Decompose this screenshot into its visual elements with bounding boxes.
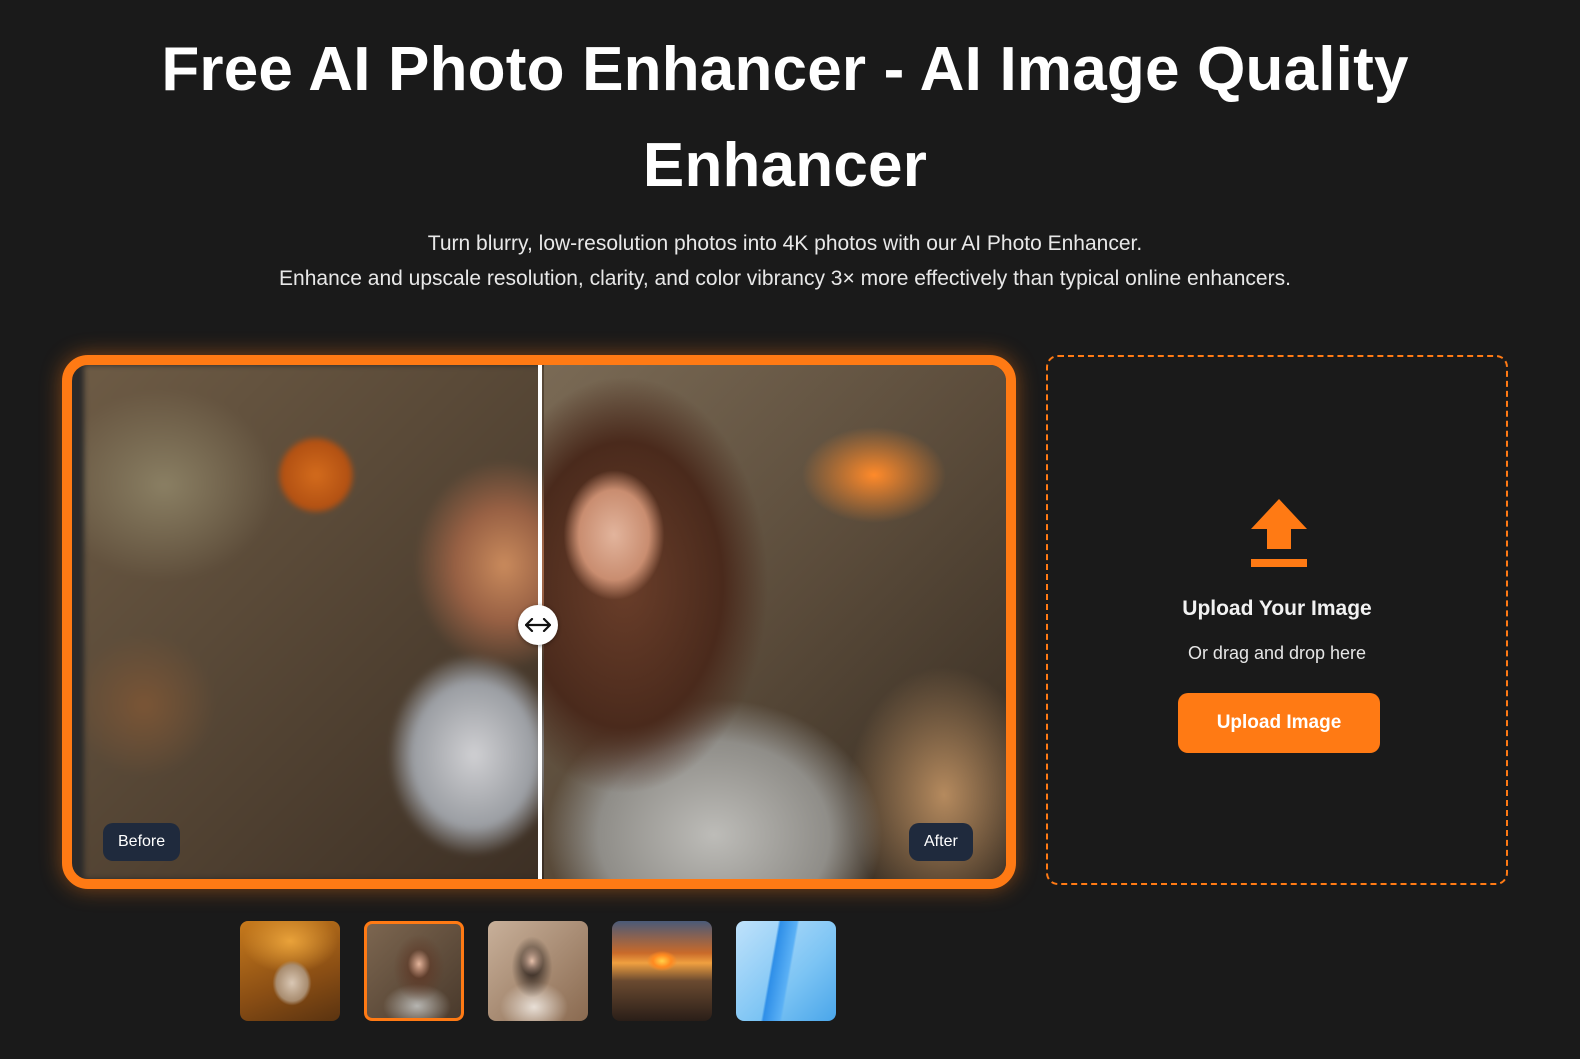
before-after-comparison[interactable]: Before After (62, 355, 1016, 889)
sample-thumbnail-sunset[interactable] (612, 921, 712, 1021)
upload-image-button[interactable]: Upload Image (1178, 693, 1380, 753)
upload-arrow-icon (1251, 499, 1307, 567)
drag-drop-hint: Or drag and drop here (1187, 643, 1367, 663)
comparison-slider-handle[interactable] (518, 605, 558, 645)
upload-dropzone[interactable]: Upload Your Image Or drag and drop here … (1046, 355, 1508, 885)
sample-thumbnail-rabbit[interactable] (240, 921, 340, 1021)
sample-thumbnail-woman-portrait[interactable] (488, 921, 588, 1021)
subtitle-line-1: Turn blurry, low-resolution photos into … (427, 232, 1143, 255)
page: Free AI Photo Enhancer - AI Image Qualit… (0, 0, 1580, 1059)
after-image (544, 365, 1006, 879)
upload-title: Upload Your Image (1182, 597, 1372, 620)
hero-subtitle: Turn blurry, low-resolution photos into … (160, 226, 1410, 296)
sample-thumbnail-blue-phone[interactable] (736, 921, 836, 1021)
double-arrow-horizontal-icon (525, 618, 551, 632)
before-image (84, 365, 551, 879)
before-label: Before (103, 823, 181, 861)
sample-thumbnail-woman-coffee[interactable] (364, 921, 464, 1021)
subtitle-line-2: Enhance and upscale resolution, clarity,… (279, 267, 1291, 290)
page-title: Free AI Photo Enhancer - AI Image Qualit… (161, 35, 1409, 200)
after-label: After (909, 823, 973, 861)
